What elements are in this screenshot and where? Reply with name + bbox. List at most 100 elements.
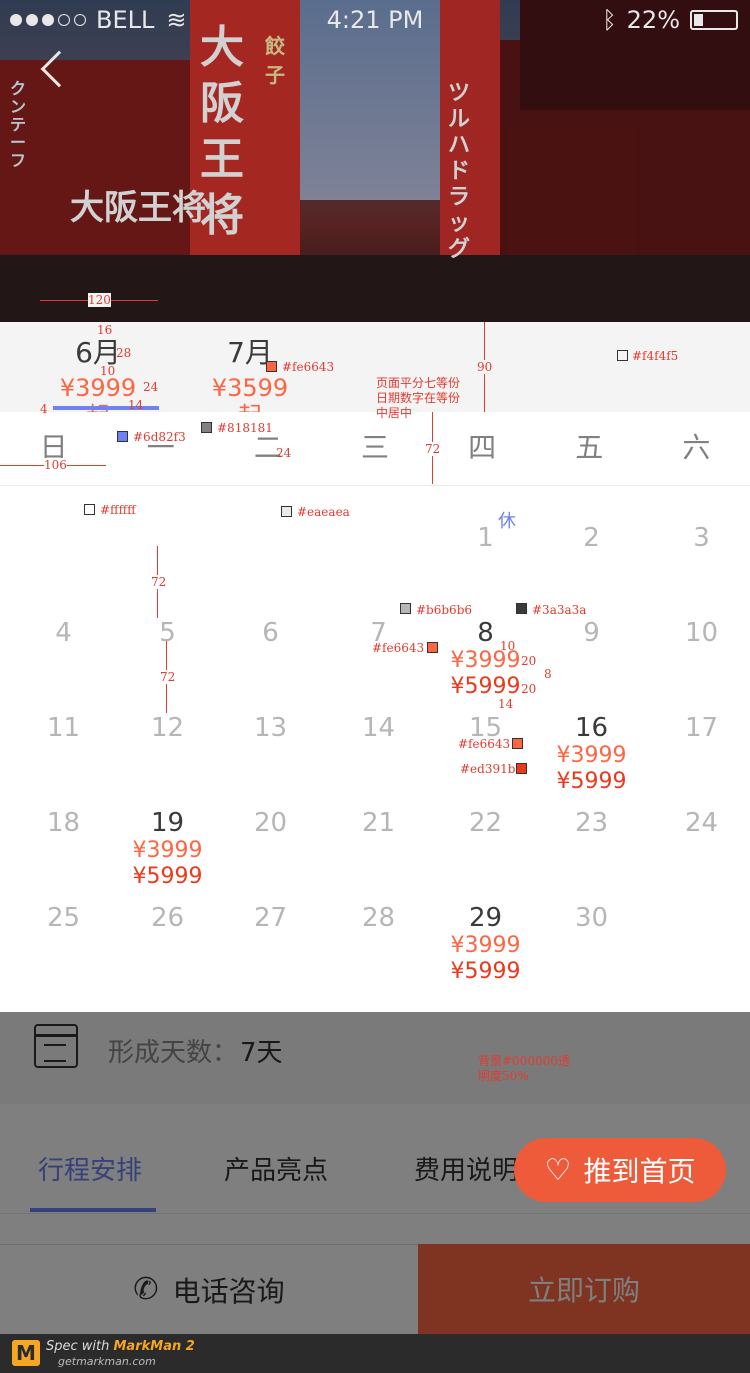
annotation-indicator: #6d82f3 <box>133 430 186 444</box>
annotation-layout-note: 页面平分七等份 日期数字在等份中居中 <box>376 376 461 420</box>
weekday-header: 日 一 二 三 四 五 六 <box>0 412 750 486</box>
weekday-label: 四 <box>468 431 497 464</box>
day-number: 27 <box>253 903 288 933</box>
day-number: 11 <box>46 713 81 743</box>
footer-prefix: Spec with <box>46 1339 114 1354</box>
color-swatch <box>266 361 277 372</box>
day-number: 22 <box>468 808 503 838</box>
calendar-day[interactable]: 29 ¥3999 ¥5999 <box>432 903 539 985</box>
color-swatch <box>201 422 212 433</box>
annotation-price1-b: #fe6643 <box>458 737 511 751</box>
day-number: 26 <box>150 903 185 933</box>
day-number: 17 <box>684 713 719 743</box>
push-label: 推到首页 <box>583 1155 696 1188</box>
day-number: 20 <box>253 808 288 838</box>
day-number: 10 <box>684 618 719 648</box>
day-number: 12 <box>150 713 185 743</box>
calendar-day: 9 <box>538 618 645 648</box>
color-swatch <box>400 603 411 614</box>
calendar-day: 24 <box>648 808 750 838</box>
day-number: 16 <box>574 713 609 743</box>
calendar-day[interactable]: 19 ¥3999 ¥5999 <box>114 808 221 890</box>
dim-label: 10 <box>500 639 516 653</box>
calendar-day: 21 <box>325 808 432 838</box>
calendar-day: 14 <box>325 713 432 743</box>
day-price-adult: ¥3999 <box>132 838 203 863</box>
markman-logo-icon: M <box>12 1340 40 1366</box>
calendar-day: 4 <box>10 618 117 648</box>
dim-label: 10 <box>100 364 116 378</box>
day-number: 2 <box>583 523 600 553</box>
push-to-home-button[interactable]: ♡ 推到首页 <box>514 1138 726 1202</box>
product-detail-section: 形成天数： 7天 行程安排 产品亮点 费用说明 ✆ 电话咨询 立即订购 ♡ 推到… <box>0 1012 750 1334</box>
calendar-day: 25 <box>10 903 117 933</box>
weekday-label: 日 <box>39 431 68 464</box>
color-swatch <box>617 350 628 361</box>
color-swatch <box>516 763 527 774</box>
day-number: 30 <box>574 903 609 933</box>
dim-label: 14 <box>498 697 514 711</box>
dim-label: 16 <box>97 323 113 337</box>
dim-label: 72 <box>425 442 441 456</box>
footer-line1: Spec with MarkMan 2 <box>46 1339 195 1354</box>
annotation-available: #3a3a3a <box>532 603 587 617</box>
color-swatch <box>427 642 438 653</box>
dim-label: 24 <box>276 446 292 460</box>
dim-label: 90 <box>477 360 493 374</box>
calendar-day: 26 <box>114 903 221 933</box>
calendar-day: 22 <box>432 808 539 838</box>
day-number: 21 <box>361 808 396 838</box>
calendar-day: 28 <box>325 903 432 933</box>
heart-icon: ♡ <box>544 1152 572 1188</box>
day-number: 6 <box>262 618 279 648</box>
calendar-day[interactable]: 16 ¥3999 ¥5999 <box>538 713 645 795</box>
day-number: 8 <box>477 618 494 648</box>
status-bar: BELL ≋ 4:21 PM ᛒ 22% <box>0 0 750 40</box>
dim-label: 14 <box>128 398 144 412</box>
annotation-month-price: #fe6643 <box>282 360 335 374</box>
dim-label: 20 <box>521 654 537 668</box>
day-price-child: ¥5999 <box>556 769 627 794</box>
annotation-divider: #eaeaea <box>297 505 350 519</box>
color-swatch <box>281 506 292 517</box>
color-swatch <box>516 603 527 614</box>
day-number: 28 <box>361 903 396 933</box>
day-number: 23 <box>574 808 609 838</box>
calendar-day: 11 <box>10 713 117 743</box>
calendar-day: 30 <box>538 903 645 933</box>
weekday-label: 一 <box>146 431 175 464</box>
dim-label: 24 <box>143 380 159 394</box>
markman-footer: M Spec with MarkMan 2 getmarkman.com <box>0 1334 750 1373</box>
color-swatch <box>512 738 523 749</box>
day-number: 25 <box>46 903 81 933</box>
day-price-adult: ¥3999 <box>450 933 521 958</box>
day-number: 18 <box>46 808 81 838</box>
day-number: 29 <box>468 903 503 933</box>
day-number: 3 <box>693 523 710 553</box>
calendar-day: 20 <box>217 808 324 838</box>
calendar-day: 2 <box>538 523 645 553</box>
day-number: 9 <box>583 618 600 648</box>
dim-label: 120 <box>88 293 111 307</box>
weekday-label: 五 <box>575 431 604 464</box>
dim-label: 8 <box>544 667 552 681</box>
calendar-day: 5 <box>114 618 221 648</box>
calendar-day: 23 <box>538 808 645 838</box>
calendar-day: 13 <box>217 713 324 743</box>
dim-label: 28 <box>116 346 132 360</box>
battery-percent: 22% <box>626 6 680 34</box>
dim-label: 72 <box>160 670 176 684</box>
day-number: 1 <box>477 523 494 553</box>
calendar-day: 10 <box>648 618 750 648</box>
hero-overlay <box>0 0 750 322</box>
calendar-day: 27 <box>217 903 324 933</box>
battery-icon <box>690 10 738 30</box>
footer-url: getmarkman.com <box>58 1355 156 1368</box>
dim-label: 72 <box>151 575 167 589</box>
day-number: 4 <box>55 618 72 648</box>
calendar-day: 1 <box>432 523 539 553</box>
calendar-day: 6 <box>217 618 324 648</box>
dim-label: 106 <box>44 458 67 472</box>
day-price-child: ¥5999 <box>132 864 203 889</box>
color-swatch <box>117 431 128 442</box>
